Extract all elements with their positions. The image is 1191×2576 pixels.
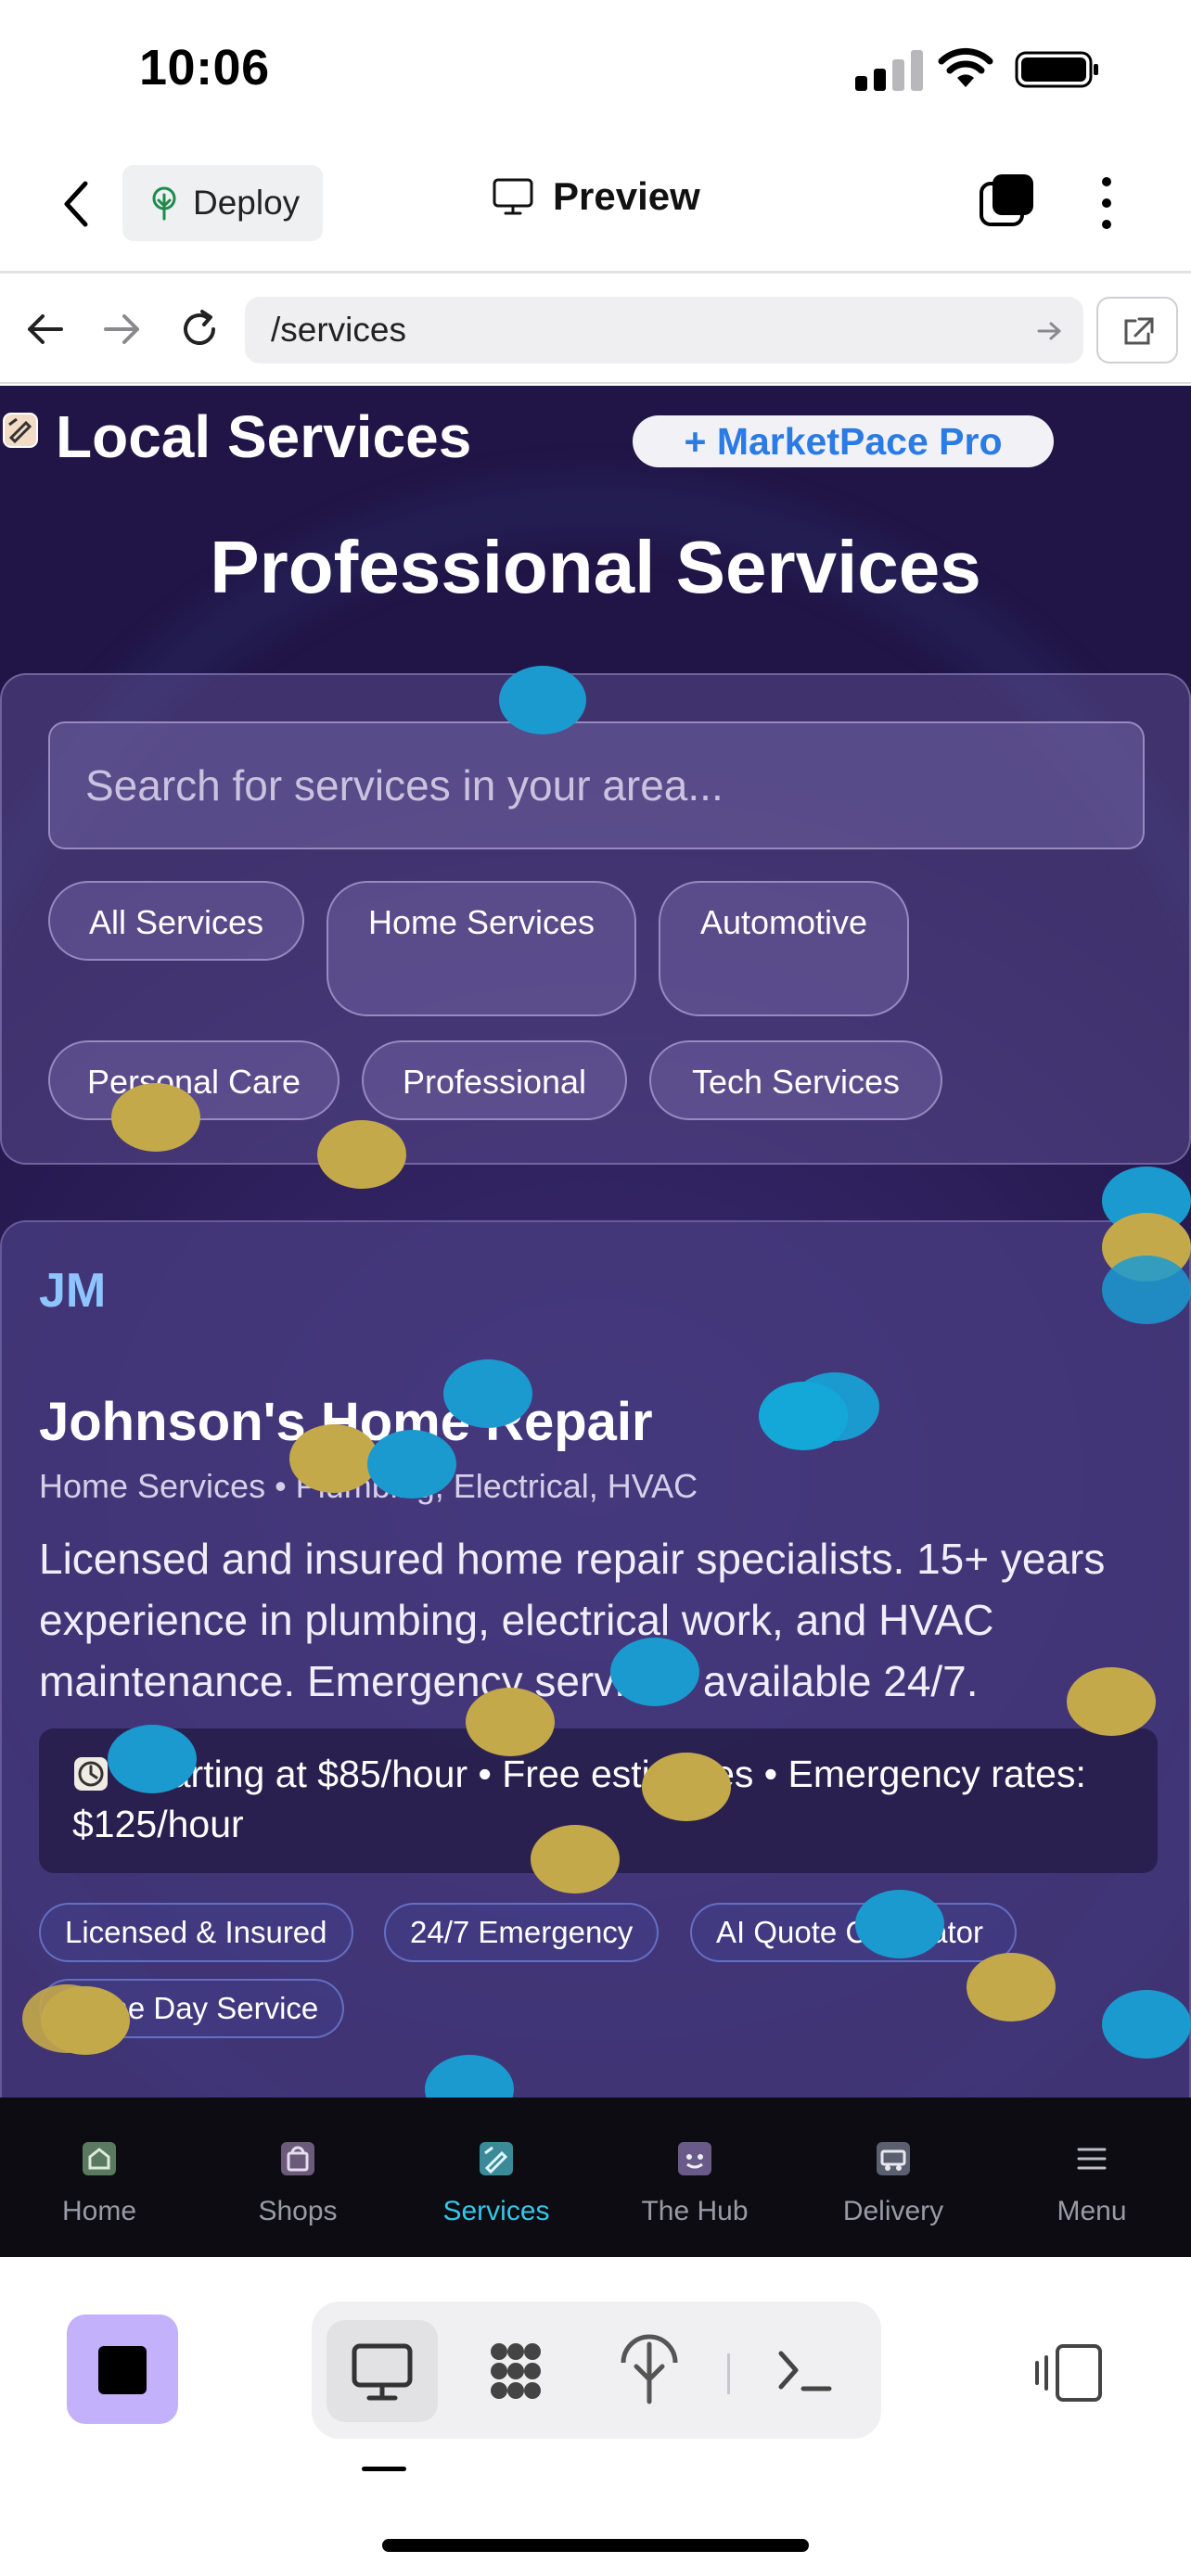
status-time: 10:06 [139, 40, 270, 96]
tag-licensed: Licensed & Insured [39, 1903, 353, 1962]
active-view-indicator [362, 2467, 406, 2471]
confetti-dot [443, 1359, 532, 1428]
preview-view-button[interactable] [327, 2320, 438, 2422]
category-chip-tech-services[interactable]: Tech Services [649, 1040, 942, 1120]
nav-delivery-label: Delivery [842, 2196, 944, 2226]
browser-back-icon[interactable] [22, 306, 69, 352]
preview-title: Preview [492, 174, 700, 219]
battery-icon [1015, 51, 1098, 88]
url-text: /services [271, 311, 406, 349]
deploy-label: Deploy [193, 184, 301, 222]
services-icon [480, 2142, 513, 2175]
tag-emergency: 24/7 Emergency [384, 1903, 660, 1962]
app-header: Deploy Preview [0, 139, 1191, 274]
confetti-dot [1067, 1667, 1156, 1736]
confetti-dot [967, 1953, 1056, 2021]
confetti-dot [367, 1430, 456, 1498]
tabs-icon[interactable] [978, 171, 1037, 230]
confetti-dot [610, 1638, 699, 1706]
deploy-tree-icon [152, 186, 176, 221]
confetti-dot [289, 1424, 378, 1493]
nav-the-hub[interactable]: The Hub [596, 2138, 794, 2227]
external-link-icon [1124, 317, 1154, 345]
nav-menu-label: Menu [1057, 2196, 1127, 2226]
preview-label: Preview [553, 174, 700, 218]
deploy-view-button[interactable] [594, 2320, 705, 2422]
confetti-dot [855, 1890, 944, 1958]
toolbar-divider [727, 2353, 730, 2394]
status-bar: 10:06 [0, 0, 1191, 139]
tag-ai-quote: AI Quote Calculator [690, 1903, 1017, 1962]
workspace-grid-icon [491, 2343, 541, 2399]
nav-home[interactable]: Home [0, 2138, 198, 2227]
confetti-dot [642, 1753, 731, 1821]
confetti-dot [111, 1083, 200, 1152]
editor-toolbar [0, 2257, 1191, 2576]
site-header: Local Services + MarketPace Pro [0, 399, 1191, 473]
deploy-button[interactable]: Deploy [122, 165, 323, 241]
terminal-icon [778, 2351, 832, 2391]
category-chip-automotive[interactable]: Automotive [659, 881, 909, 1016]
stop-button[interactable] [67, 2315, 178, 2424]
confetti-dot [759, 1382, 848, 1450]
nav-services[interactable]: Services [397, 2138, 596, 2227]
url-field[interactable]: /services [245, 297, 1083, 363]
marketpace-pro-button[interactable]: + MarketPace Pro [633, 415, 1054, 467]
confetti-dot [531, 1825, 620, 1894]
console-view-button[interactable] [749, 2320, 861, 2422]
clock-icon [74, 1757, 108, 1791]
nav-menu[interactable]: Menu [992, 2138, 1191, 2227]
monitor-icon [352, 2343, 413, 2401]
confetti-dot [22, 1984, 111, 2053]
nav-home-label: Home [61, 2196, 137, 2226]
service-search-input[interactable]: Search for services in your area... [48, 721, 1145, 849]
nav-services-label: Services [442, 2196, 550, 2226]
browser-bar: /services [0, 276, 1191, 384]
more-vertical-icon[interactable] [1093, 174, 1121, 232]
hamburger-menu-icon [1077, 2148, 1107, 2170]
screen: 10:06 Deploy Preview /services Local Ser… [0, 0, 1191, 2576]
page-viewport: Local Services + MarketPace Pro Professi… [0, 386, 1191, 2098]
view-switcher [312, 2302, 881, 2439]
shopping-bag-icon [281, 2142, 314, 2175]
category-chip-home-services[interactable]: Home Services [327, 881, 636, 1016]
business-description: Licensed and insured home repair special… [39, 1535, 1106, 1705]
confetti-dot [499, 666, 586, 734]
home-icon [83, 2142, 116, 2175]
site-title: Local Services [56, 403, 472, 470]
nav-shops-label: Shops [258, 2196, 338, 2226]
monitor-icon [493, 178, 533, 215]
wifi-icon [938, 47, 993, 87]
workspace-view-button[interactable] [460, 2320, 571, 2422]
confetti-dot [1102, 1990, 1191, 2059]
category-chip-all-services[interactable]: All Services [48, 881, 304, 961]
nav-the-hub-label: The Hub [641, 2196, 749, 2226]
hub-icon [678, 2142, 711, 2175]
cellular-signal-icon [855, 48, 924, 91]
confetti-dot [317, 1120, 406, 1189]
avatar: JM [39, 1264, 107, 1318]
confetti-dot [1102, 1256, 1191, 1324]
services-logo-icon [3, 413, 38, 448]
confetti-dot [466, 1688, 555, 1756]
delivery-truck-icon [877, 2142, 910, 2175]
open-external-button[interactable] [1096, 297, 1178, 363]
bottom-nav: Home Shops Services The Hub Delivery Men… [0, 2098, 1191, 2257]
nav-delivery[interactable]: Delivery [794, 2138, 992, 2227]
back-chevron-icon[interactable] [54, 176, 100, 232]
stop-square-icon [98, 2346, 147, 2394]
device-rotate-icon[interactable] [1031, 2342, 1106, 2404]
home-indicator [382, 2539, 809, 2552]
deploy-tree-icon [621, 2334, 678, 2404]
browser-forward-icon[interactable] [98, 306, 145, 352]
url-go-arrow-icon[interactable] [1035, 317, 1063, 345]
hero-title: Professional Services [210, 526, 981, 608]
nav-shops[interactable]: Shops [198, 2138, 397, 2227]
reload-icon[interactable] [176, 306, 223, 352]
category-chip-professional[interactable]: Professional [362, 1040, 627, 1120]
confetti-dot [108, 1725, 197, 1793]
